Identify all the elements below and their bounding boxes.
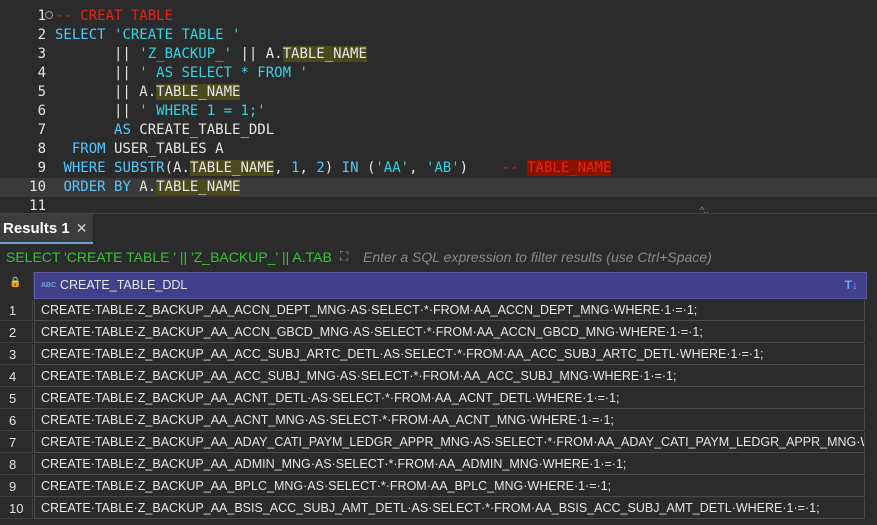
fold-icon[interactable]: [45, 11, 53, 19]
row-number[interactable]: 8: [0, 454, 33, 475]
line-number: 11: [29, 198, 46, 213]
table-row[interactable]: 5 CREATE·TABLE·Z_BACKUP_AA_ACNT_DETL·AS·S…: [0, 388, 877, 410]
row-number[interactable]: 1: [0, 300, 33, 321]
column-header-create-table-ddl[interactable]: ABC CREATE_TABLE_DDL T↓: [34, 272, 867, 299]
tab-results-1[interactable]: Results 1 ✕: [0, 214, 94, 244]
code-line[interactable]: 6 || ' WHERE 1 = 1;': [0, 102, 877, 121]
table-row[interactable]: 4 CREATE·TABLE·Z_BACKUP_AA_ACC_SUBJ_MNG·A…: [0, 366, 877, 388]
code-line[interactable]: 10 ORDER BY A.TABLE_NAME: [0, 178, 877, 197]
code-text: ORDER BY A.TABLE_NAME: [63, 179, 241, 195]
line-number: 5: [37, 84, 46, 100]
line-number: 3: [37, 46, 46, 62]
lock-icon: 🔒: [9, 277, 22, 288]
table-row[interactable]: 1 CREATE·TABLE·Z_BACKUP_AA_ACCN_DEPT_MNG·…: [0, 300, 877, 322]
row-number[interactable]: 2: [0, 322, 33, 343]
line-number: 9: [37, 160, 46, 176]
code-text: -- CREAT TABLE: [55, 8, 174, 24]
row-number[interactable]: 9: [0, 476, 33, 497]
code-line[interactable]: 7 AS CREATE_TABLE_DDL: [0, 121, 877, 140]
table-cell[interactable]: CREATE·TABLE·Z_BACKUP_AA_ACNT_DETL·AS·SE…: [34, 388, 865, 409]
code-text: || ' AS SELECT * FROM ': [55, 65, 308, 81]
results-grid[interactable]: 🔒 ABC CREATE_TABLE_DDL T↓ 1 CREATE·TABLE·…: [0, 272, 877, 525]
row-number[interactable]: 5: [0, 388, 33, 409]
line-number: 7: [37, 122, 46, 138]
code-line[interactable]: 4 || ' AS SELECT * FROM ': [0, 64, 877, 83]
table-cell[interactable]: CREATE·TABLE·Z_BACKUP_AA_ACCN_GBCD_MNG·A…: [34, 322, 865, 343]
table-cell[interactable]: CREATE·TABLE·Z_BACKUP_AA_ACNT_MNG·AS·SEL…: [34, 410, 865, 431]
row-number[interactable]: 4: [0, 366, 33, 387]
grid-corner: 🔒: [0, 272, 34, 298]
line-number: 2: [37, 27, 46, 43]
line-number: 1: [37, 8, 46, 24]
code-line[interactable]: 5 || A.TABLE_NAME: [0, 83, 877, 102]
filter-bar: SELECT 'CREATE TABLE ' || 'Z_BACKUP_' ||…: [0, 245, 877, 269]
query-text: SELECT 'CREATE TABLE ' || 'Z_BACKUP_' ||…: [6, 249, 332, 265]
table-cell[interactable]: CREATE·TABLE·Z_BACKUP_AA_ADAY_CATI_PAYM_…: [34, 432, 865, 453]
row-number[interactable]: 7: [0, 432, 33, 453]
sql-editor[interactable]: 1 -- CREAT TABLE 2 SELECT 'CREATE TABLE ' 3 …: [0, 0, 877, 213]
code-line[interactable]: 11: [0, 197, 877, 213]
row-number[interactable]: 10: [0, 498, 33, 519]
table-row[interactable]: 7 CREATE·TABLE·Z_BACKUP_AA_ADAY_CATI_PAYM…: [0, 432, 877, 454]
table-cell[interactable]: CREATE·TABLE·Z_BACKUP_AA_ACC_SUBJ_MNG·AS…: [34, 366, 865, 387]
code-text: || A.TABLE_NAME: [55, 84, 241, 100]
line-number: 4: [37, 65, 46, 81]
table-row[interactable]: 10 CREATE·TABLE·Z_BACKUP_AA_BSIS_ACC_SUBJ…: [0, 498, 877, 520]
code-text: || 'Z_BACKUP_' || A.TABLE_NAME: [55, 46, 367, 62]
code-line[interactable]: 2 SELECT 'CREATE TABLE ': [0, 26, 877, 45]
table-cell[interactable]: CREATE·TABLE·Z_BACKUP_AA_BSIS_ACC_SUBJ_A…: [34, 498, 865, 519]
code-line[interactable]: 1 -- CREAT TABLE: [0, 7, 877, 26]
line-number: 6: [37, 103, 46, 119]
table-row[interactable]: 2 CREATE·TABLE·Z_BACKUP_AA_ACCN_GBCD_MNG·…: [0, 322, 877, 344]
column-header-label: CREATE_TABLE_DDL: [60, 278, 188, 292]
code-line[interactable]: 8 FROM USER_TABLES A: [0, 140, 877, 159]
table-row[interactable]: 9 CREATE·TABLE·Z_BACKUP_AA_BPLC_MNG·AS·SE…: [0, 476, 877, 498]
table-cell[interactable]: CREATE·TABLE·Z_BACKUP_AA_BPLC_MNG·AS·SEL…: [34, 476, 865, 497]
table-cell[interactable]: CREATE·TABLE·Z_BACKUP_AA_ACC_SUBJ_ARTC_D…: [34, 344, 865, 365]
row-number[interactable]: 6: [0, 410, 33, 431]
code-text: FROM USER_TABLES A: [71, 141, 224, 157]
results-tab-bar: Results 1 ✕: [0, 213, 877, 244]
text-type-icon: ABC: [41, 282, 57, 289]
line-number: 8: [37, 141, 46, 157]
filter-input[interactable]: Enter a SQL expression to filter results…: [363, 245, 712, 269]
row-number[interactable]: 3: [0, 344, 33, 365]
filter-icon[interactable]: T↓: [845, 273, 858, 298]
table-row[interactable]: 6 CREATE·TABLE·Z_BACKUP_AA_ACNT_MNG·AS·SE…: [0, 410, 877, 432]
table-cell[interactable]: CREATE·TABLE·Z_BACKUP_AA_ADMIN_MNG·AS·SE…: [34, 454, 865, 475]
table-cell[interactable]: CREATE·TABLE·Z_BACKUP_AA_ACCN_DEPT_MNG·A…: [34, 300, 865, 321]
tab-label: Results 1: [3, 219, 70, 237]
code-line[interactable]: 9 WHERE SUBSTR(A.TABLE_NAME, 1, 2) IN ('…: [0, 159, 877, 178]
table-row[interactable]: 3 CREATE·TABLE·Z_BACKUP_AA_ACC_SUBJ_ARTC_…: [0, 344, 877, 366]
code-line[interactable]: 3 || 'Z_BACKUP_' || A.TABLE_NAME: [0, 45, 877, 64]
expand-icon[interactable]: ⛶: [340, 249, 354, 263]
close-icon[interactable]: ✕: [76, 220, 88, 237]
code-text: || ' WHERE 1 = 1;': [55, 103, 266, 119]
code-text: SELECT 'CREATE TABLE ': [55, 27, 241, 43]
chevron-icon[interactable]: ⌃⌄: [699, 206, 709, 213]
code-text: WHERE SUBSTR(A.TABLE_NAME, 1, 2) IN ('AA…: [63, 160, 612, 176]
table-row[interactable]: 8 CREATE·TABLE·Z_BACKUP_AA_ADMIN_MNG·AS·S…: [0, 454, 877, 476]
line-number: 10: [29, 179, 46, 195]
code-text: AS CREATE_TABLE_DDL: [114, 122, 275, 138]
